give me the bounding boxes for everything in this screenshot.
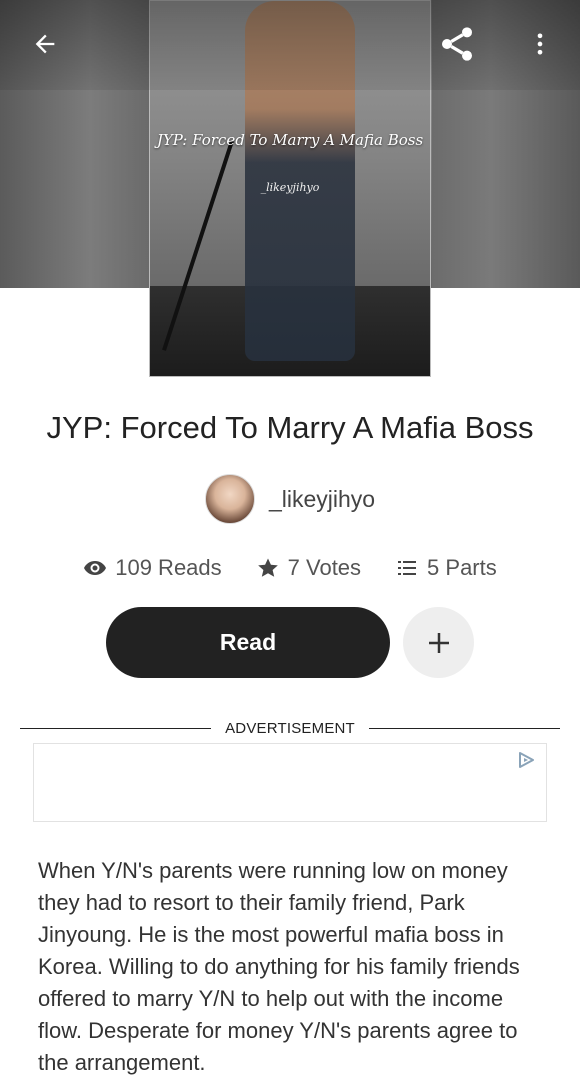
reads-count: 109 Reads	[115, 555, 222, 580]
cover-author-signature: _likeyjihyo	[260, 181, 320, 194]
votes-stat: 7 Votes	[256, 555, 361, 581]
reads-stat: 109 Reads	[83, 555, 222, 581]
ad-divider-line-right	[368, 727, 560, 729]
parts-count: 5 Parts	[427, 555, 497, 580]
plus-icon	[428, 632, 449, 653]
more-vertical-icon	[537, 33, 543, 55]
add-to-library-button[interactable]	[403, 607, 474, 678]
eye-icon	[84, 561, 107, 575]
ad-slot[interactable]	[33, 743, 547, 822]
parts-stat: 5 Parts	[395, 555, 497, 581]
more-options-button[interactable]	[516, 20, 564, 68]
list-icon	[398, 561, 417, 575]
story-stats: 109 Reads 7 Votes 5 Parts	[0, 552, 580, 584]
back-button[interactable]	[21, 20, 69, 68]
author-name[interactable]: _likeyjihyo	[269, 486, 375, 513]
story-title: JYP: Forced To Marry A Mafia Boss	[46, 410, 534, 445]
votes-count: 7 Votes	[287, 555, 362, 580]
ad-choices-icon[interactable]	[516, 750, 538, 770]
ad-label: ADVERTISEMENT	[225, 719, 355, 737]
cover-title: JYP: Forced To Marry A Mafia Boss	[156, 131, 424, 149]
story-details-screen: JYP: Forced To Marry A Mafia Boss _likey…	[0, 0, 580, 1080]
author-avatar[interactable]	[204, 474, 255, 524]
top-bar-shade	[0, 0, 580, 90]
share-button[interactable]	[433, 20, 481, 68]
share-icon	[442, 27, 472, 61]
star-icon	[257, 558, 278, 577]
arrow-left-icon	[35, 34, 55, 54]
ad-divider-line-left	[20, 727, 212, 729]
read-button[interactable]: Read	[106, 607, 390, 678]
ad-divider: ADVERTISEMENT	[20, 718, 560, 738]
author-row[interactable]: _likeyjihyo	[0, 474, 580, 524]
story-description: When Y/N's parents were running low on m…	[38, 858, 520, 1075]
